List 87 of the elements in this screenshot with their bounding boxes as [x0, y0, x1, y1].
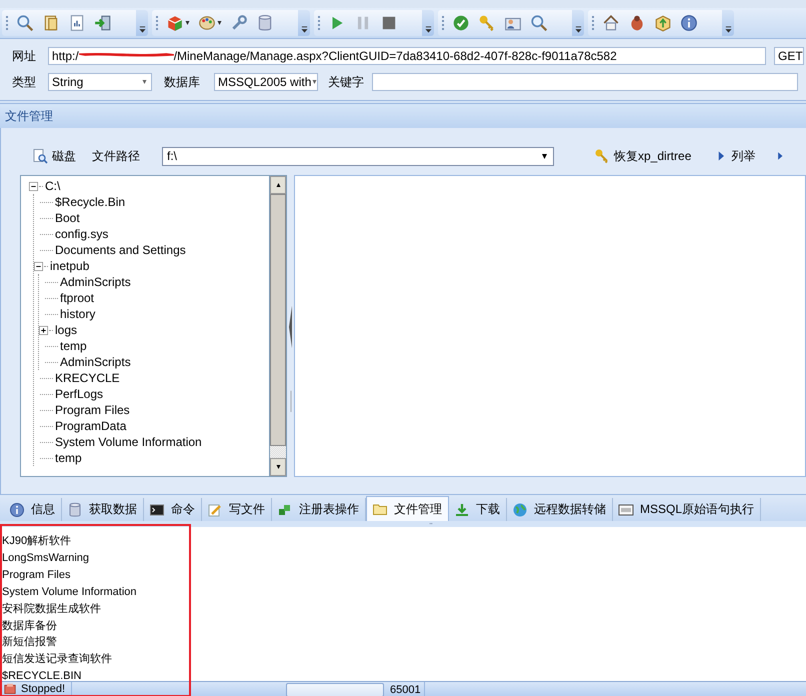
dropdown-arrow-icon: [540, 154, 549, 158]
type-label: 类型: [12, 74, 37, 90]
tree-item[interactable]: KRECYCLE: [55, 370, 120, 386]
palette-icon[interactable]: [198, 14, 216, 32]
wrench-icon[interactable]: [230, 14, 248, 32]
scrollbar[interactable]: [270, 175, 287, 477]
overflow-icon[interactable]: [424, 26, 432, 33]
output-line: Program Files: [2, 568, 72, 583]
tree-item[interactable]: $Recycle.Bin: [55, 194, 126, 210]
scroll-down-icon[interactable]: [274, 465, 282, 469]
package-icon[interactable]: [654, 14, 672, 32]
scroll-up-icon[interactable]: [274, 183, 282, 187]
caret-icon[interactable]: [185, 21, 190, 25]
keyword-label: 关键字: [328, 74, 364, 90]
document-icon[interactable]: [42, 14, 60, 32]
database-dropdown[interactable]: MSSQL2005 with: [214, 73, 318, 91]
tree-item[interactable]: AdminScripts: [60, 354, 131, 370]
dropdown-arrow-icon: [141, 80, 148, 84]
terminal-icon: [149, 502, 165, 518]
scroll-thumb[interactable]: [270, 194, 286, 446]
exit-icon[interactable]: [94, 14, 112, 32]
restore-button[interactable]: 恢复xp_dirtree: [592, 146, 694, 166]
tree-item[interactable]: Boot: [55, 210, 80, 226]
method-field[interactable]: GET: [774, 47, 804, 65]
tree-item[interactable]: ftproot: [60, 290, 94, 306]
output-line: 安科院数据生成软件: [2, 602, 102, 617]
caret-icon[interactable]: [217, 21, 222, 25]
section-title: 文件管理: [5, 108, 53, 124]
tree-item[interactable]: config.sys: [55, 226, 108, 242]
tree-item[interactable]: Documents and Settings: [55, 242, 186, 258]
tree-item[interactable]: System Volume Information: [55, 434, 202, 450]
url-field[interactable]: http:/ /MineManage/Manage.aspx?ClientGUID=7da83410-68d2-407f-828c-f9011a78c582: [48, 47, 766, 65]
tree-item[interactable]: temp: [60, 338, 87, 354]
expand-icon[interactable]: [39, 326, 48, 334]
tree-item[interactable]: PerfLogs: [55, 386, 104, 402]
tree-item[interactable]: history: [60, 306, 96, 322]
list-button[interactable]: 列举: [713, 146, 758, 166]
tree-item[interactable]: logs: [55, 322, 78, 338]
output-line: 短信发送记录查询软件: [2, 652, 113, 668]
overflow-icon[interactable]: [574, 26, 582, 33]
chart-icon[interactable]: [68, 14, 86, 32]
overflow-icon[interactable]: [138, 26, 146, 33]
disk-button[interactable]: 磁盘: [30, 146, 78, 166]
url-label: 网址: [12, 48, 37, 64]
info-icon: [9, 502, 25, 518]
sql-icon: [618, 502, 634, 518]
collapse-icon[interactable]: [34, 262, 43, 270]
path-label: 文件路径: [92, 148, 140, 164]
overflow-icon[interactable]: [724, 26, 732, 33]
info-icon[interactable]: [680, 14, 698, 32]
database-icon[interactable]: [256, 14, 274, 32]
key-icon: [594, 148, 610, 164]
search-icon[interactable]: [530, 14, 548, 32]
output-line: $RECYCLE.BIN: [2, 669, 82, 684]
tree-item[interactable]: ProgramData: [55, 418, 126, 434]
type-dropdown[interactable]: String: [48, 73, 152, 91]
keyword-field[interactable]: [372, 73, 798, 91]
stopped-icon: [3, 683, 17, 695]
tree-item[interactable]: temp: [55, 450, 82, 466]
stop-icon[interactable]: [380, 14, 398, 32]
output-line: System Volume Information: [2, 584, 138, 600]
search-icon[interactable]: [16, 14, 34, 32]
tree-item[interactable]: Program Files: [55, 402, 130, 418]
box-icon[interactable]: [166, 14, 184, 32]
output-line: LongSmsWarning: [2, 550, 90, 566]
pencil-icon: [207, 502, 223, 518]
overflow-icon[interactable]: [300, 26, 308, 33]
home-icon[interactable]: [602, 14, 620, 32]
output-line: KJ90解析软件: [2, 534, 72, 549]
path-dropdown[interactable]: f:\: [162, 146, 554, 166]
download-icon: [454, 502, 470, 518]
globe-icon: [512, 502, 528, 518]
magnifier-icon: [32, 148, 48, 164]
scroll-track[interactable]: [270, 446, 286, 458]
check-icon[interactable]: [452, 14, 470, 32]
tree-item[interactable]: inetpub: [50, 258, 90, 274]
collapse-icon[interactable]: [29, 182, 38, 190]
code-page-text: 65001: [390, 684, 421, 696]
output-line: 数据库备份: [2, 618, 58, 634]
tree-item[interactable]: AdminScripts: [60, 274, 131, 290]
tree-item[interactable]: C:\: [45, 178, 60, 194]
database-icon: [67, 502, 83, 518]
database-label: 数据库: [164, 74, 201, 90]
output-line: 新短信报警: [2, 634, 58, 650]
tab[interactable]: 文件管理: [366, 496, 449, 521]
status-text: Stopped!: [21, 683, 66, 695]
dropdown-arrow-icon: [311, 80, 317, 84]
